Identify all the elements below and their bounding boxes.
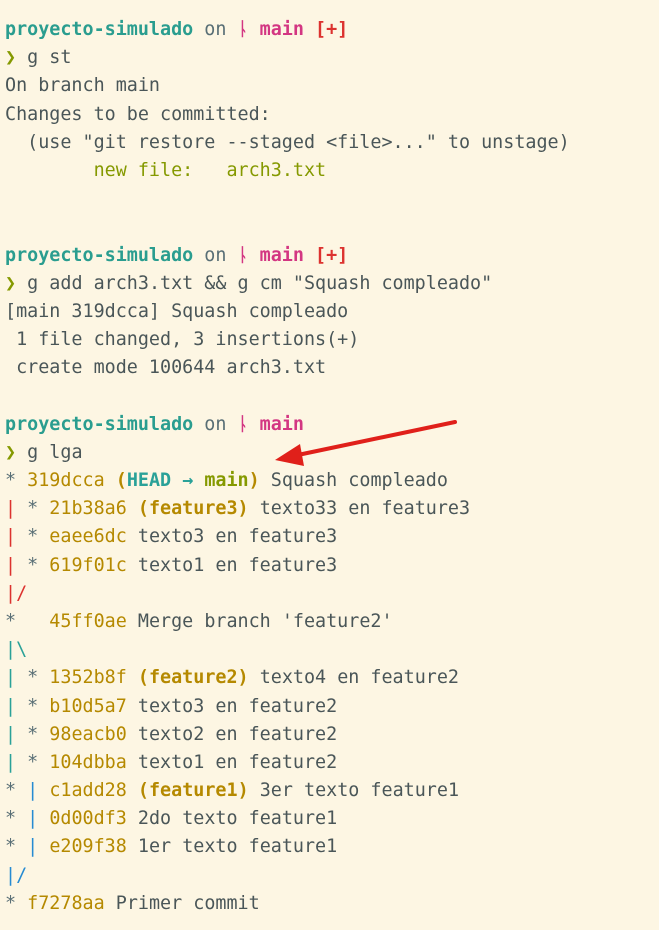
annotation-arrow-icon — [275, 420, 457, 466]
